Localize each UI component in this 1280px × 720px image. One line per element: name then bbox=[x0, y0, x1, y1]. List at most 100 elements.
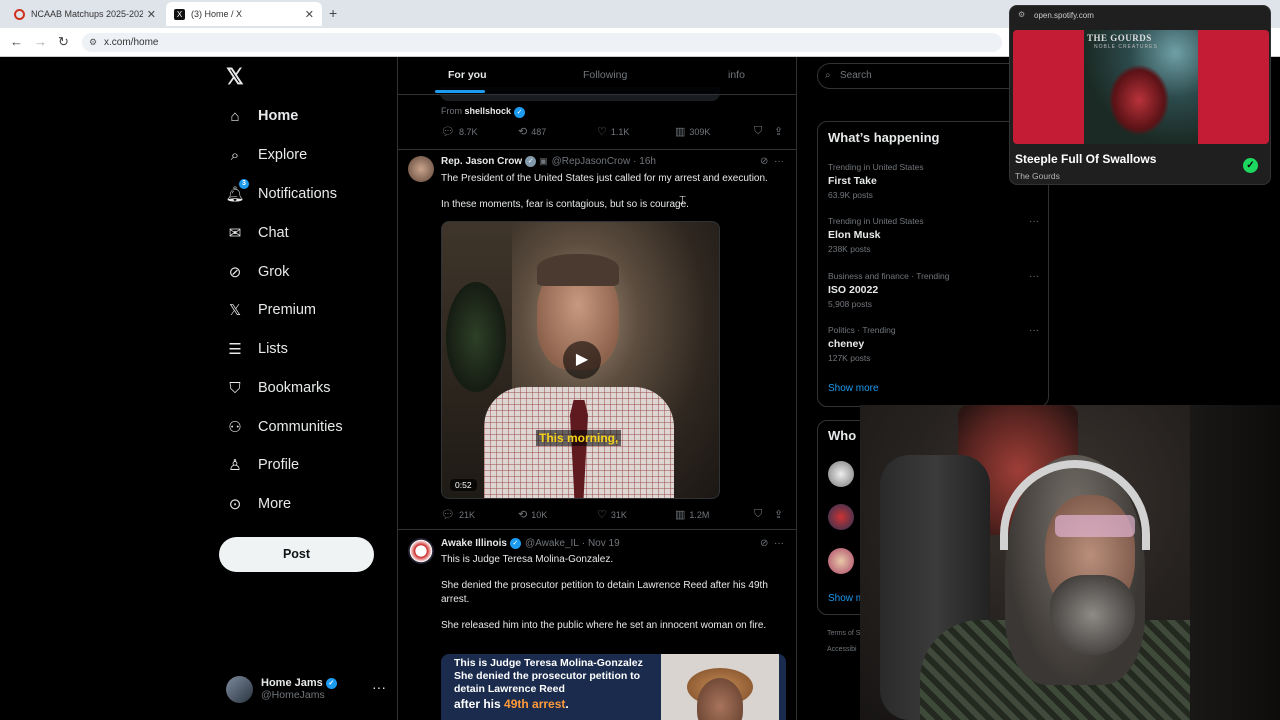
nav-label: Profile bbox=[258, 457, 300, 473]
site-info-icon[interactable]: ⚙ bbox=[89, 33, 97, 52]
bookmark-button[interactable]: ⛉ bbox=[754, 125, 766, 138]
trend-item[interactable]: Trending in United States Elon Musk 238K… bbox=[828, 216, 1043, 254]
image-text: This is Judge Teresa Molina-Gonzalez She… bbox=[454, 657, 643, 695]
repost-button[interactable]: ⟲ 10K bbox=[518, 508, 547, 521]
show-more-link[interactable]: Show more bbox=[828, 383, 879, 394]
communities-icon: ⚇ bbox=[228, 419, 242, 436]
nav-chat[interactable]: ✉ Chat bbox=[226, 219, 289, 247]
nav-profile[interactable]: ♙ Profile bbox=[226, 451, 299, 479]
post-header: Awake Illinois ✓ @Awake_IL · Nov 19 bbox=[441, 538, 620, 549]
tab-info[interactable]: info bbox=[728, 69, 745, 81]
nav-grok[interactable]: ⊘ Grok bbox=[226, 258, 290, 286]
more-icon[interactable]: ··· bbox=[1029, 325, 1039, 336]
nav-label: Explore bbox=[258, 147, 308, 163]
url-field[interactable]: ⚙ x.com/home bbox=[82, 33, 1002, 52]
tab-following[interactable]: Following bbox=[583, 69, 627, 81]
more-icon[interactable]: ··· bbox=[372, 679, 386, 695]
avatar[interactable] bbox=[408, 156, 434, 182]
post-tools: ⊘ ··· bbox=[760, 538, 784, 549]
from-name[interactable]: shellshock bbox=[465, 106, 512, 116]
browser-tab-x-home[interactable]: X (3) Home / X ✕ bbox=[166, 2, 322, 26]
song-title[interactable]: Steeple Full Of Swallows bbox=[1015, 152, 1156, 166]
play-icon[interactable]: ▶ bbox=[563, 341, 601, 379]
new-tab-icon[interactable]: + bbox=[329, 5, 337, 21]
reply-button[interactable]: 💬︎ 8.7K bbox=[441, 125, 477, 138]
grok-icon[interactable]: ⊘ bbox=[760, 538, 768, 549]
show-more-link[interactable]: Show m bbox=[828, 593, 864, 604]
author-name[interactable]: Rep. Jason Crow bbox=[441, 156, 522, 167]
avatar[interactable] bbox=[828, 504, 854, 530]
video-background bbox=[446, 282, 506, 392]
views-button[interactable]: ▥ 1.2M bbox=[675, 508, 709, 521]
nav-explore[interactable]: ⌕ Explore bbox=[226, 141, 307, 169]
bell-icon: 🔔︎ 3 bbox=[225, 179, 249, 203]
account-switcher[interactable]: Home Jams ✓ @HomeJams ··· bbox=[226, 673, 386, 705]
avatar[interactable] bbox=[828, 548, 854, 574]
video-player[interactable]: ▶ This morning, 0:52 bbox=[441, 221, 720, 499]
album-cover: THE GOURDS NOBLE CREATURES bbox=[1084, 30, 1198, 144]
author-handle[interactable]: @Awake_IL bbox=[525, 538, 579, 549]
more-icon[interactable]: ··· bbox=[774, 538, 784, 549]
nav-label: Chat bbox=[258, 225, 289, 241]
trend-meta: Business and finance · Trending bbox=[828, 271, 950, 281]
spotify-miniplayer[interactable]: ⚙ open.spotify.com THE GOURDS NOBLE CREA… bbox=[1009, 5, 1271, 185]
views-icon: ▥ bbox=[675, 509, 686, 521]
nav-more[interactable]: ⊙ More bbox=[226, 490, 291, 518]
footer-link[interactable]: Terms of S bbox=[827, 630, 860, 637]
nav-bookmarks[interactable]: ⛉ Bookmarks bbox=[226, 374, 331, 402]
avatar[interactable] bbox=[408, 538, 434, 564]
post-time[interactable]: · 16h bbox=[633, 156, 656, 167]
author-handle[interactable]: @RepJasonCrow bbox=[552, 156, 631, 167]
share-button[interactable]: ⇪ bbox=[774, 125, 787, 138]
share-button[interactable]: ⇪ bbox=[774, 508, 787, 521]
more-icon[interactable]: ··· bbox=[774, 156, 784, 167]
verified-icon: ✓ bbox=[325, 677, 337, 689]
reply-button[interactable]: 💬︎ 21K bbox=[441, 508, 475, 521]
avatar[interactable] bbox=[828, 461, 854, 487]
grok-icon[interactable]: ⊘ bbox=[760, 156, 768, 167]
artist-name[interactable]: The Gourds bbox=[1015, 171, 1060, 181]
post-button[interactable]: Post bbox=[219, 537, 374, 572]
post-image[interactable]: This is Judge Teresa Molina-Gonzalez She… bbox=[441, 654, 786, 720]
reply-count: 21K bbox=[458, 509, 475, 520]
nav-home[interactable]: ⌂ Home bbox=[226, 102, 298, 130]
nav-lists[interactable]: ☰ Lists bbox=[226, 335, 288, 363]
bookmark-button[interactable]: ⛉ bbox=[754, 508, 766, 521]
browser-tab-ncaab[interactable]: NCAAB Matchups 2025-2026 · ✕ bbox=[6, 2, 164, 26]
views-button[interactable]: ▥ 309K bbox=[675, 125, 710, 138]
repost-icon: ⟲ bbox=[518, 509, 528, 521]
forward-icon[interactable]: → bbox=[34, 34, 47, 49]
nav-notifications[interactable]: 🔔︎ 3 Notifications bbox=[225, 179, 337, 208]
post-time[interactable]: · Nov 19 bbox=[582, 538, 620, 549]
close-tab-icon[interactable]: ✕ bbox=[147, 8, 156, 21]
nav-communities[interactable]: ⚇ Communities bbox=[226, 413, 342, 441]
trend-item[interactable]: Business and finance · Trending ISO 2002… bbox=[828, 271, 1043, 309]
saved-check-icon[interactable]: ✓ bbox=[1243, 158, 1258, 173]
site-settings-icon[interactable]: ⚙ bbox=[1018, 10, 1025, 19]
footer-link[interactable]: Accessibi bbox=[827, 646, 857, 653]
cover-title: THE GOURDS bbox=[1087, 33, 1152, 43]
like-button[interactable]: ♡ 31K bbox=[597, 508, 627, 521]
trend-item[interactable]: Politics · Trending cheney 127K posts ··… bbox=[828, 325, 1043, 363]
judge-photo bbox=[661, 654, 779, 720]
author-name[interactable]: Awake Illinois bbox=[441, 538, 507, 549]
x-logo-icon[interactable]: 𝕏 bbox=[226, 64, 244, 90]
tab-for-you[interactable]: For you bbox=[448, 69, 487, 81]
nav-label: Bookmarks bbox=[258, 380, 331, 396]
trend-count: 238K posts bbox=[828, 244, 871, 254]
grok-icon: ⊘ bbox=[228, 264, 242, 281]
back-icon[interactable]: ← bbox=[10, 34, 23, 49]
nav-premium[interactable]: 𝕏 Premium bbox=[226, 296, 316, 324]
post-text: In these moments, fear is contagious, bu… bbox=[441, 199, 689, 210]
more-icon[interactable]: ··· bbox=[1029, 271, 1039, 282]
reply-icon: 💬︎ bbox=[441, 509, 455, 521]
url-text: x.com/home bbox=[104, 37, 159, 48]
post-text: She denied the prosecutor petition to de… bbox=[441, 580, 768, 605]
left-navigation: 𝕏 ⌂ Home ⌕ Explore 🔔︎ 3 Notifications ✉ C… bbox=[218, 57, 398, 720]
more-icon[interactable]: ··· bbox=[1029, 216, 1039, 227]
reload-icon[interactable]: ↻ bbox=[58, 34, 69, 50]
reply-icon: 💬︎ bbox=[441, 126, 455, 138]
repost-button[interactable]: ⟲ 487 bbox=[518, 125, 546, 138]
like-button[interactable]: ♡ 1.1K bbox=[597, 125, 629, 138]
close-tab-icon[interactable]: ✕ bbox=[305, 8, 314, 21]
